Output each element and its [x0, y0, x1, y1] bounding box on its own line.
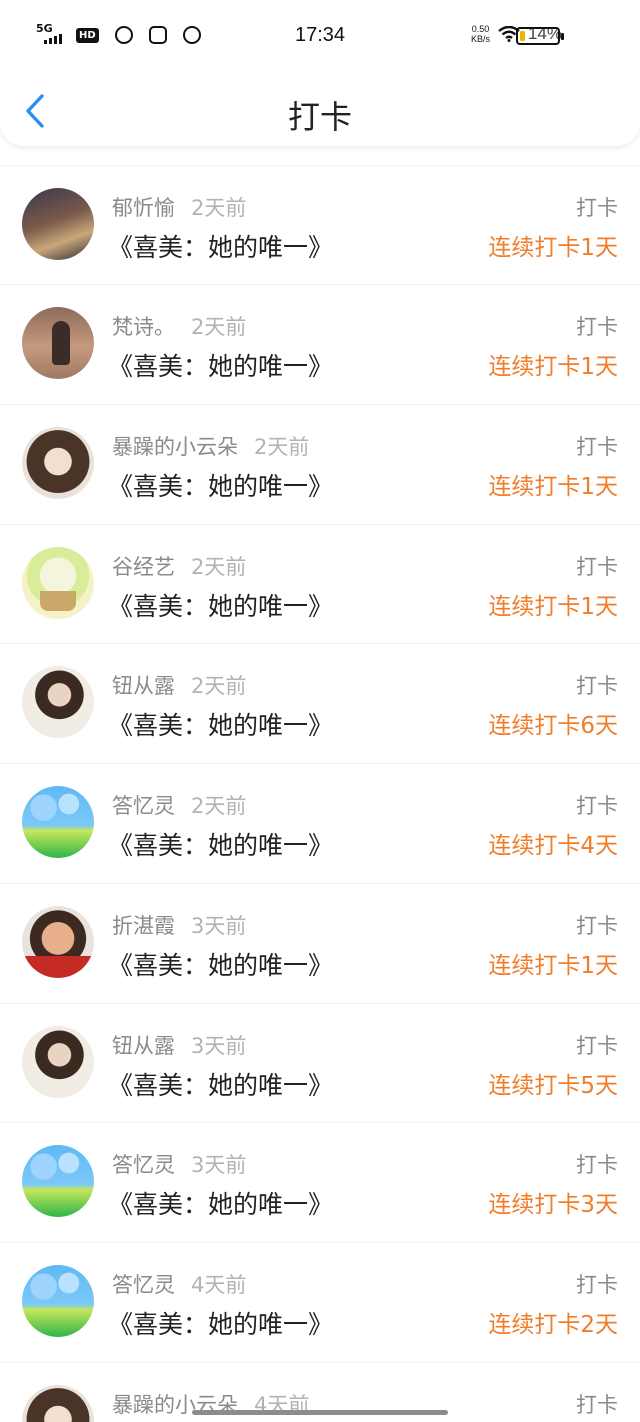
checkin-label: 打卡 — [576, 554, 618, 579]
avatar[interactable] — [22, 187, 94, 260]
username[interactable]: 答忆灵 — [112, 1273, 175, 1297]
checkin-label: 打卡 — [576, 1153, 618, 1178]
book-title[interactable]: 《喜美：她的唯一》 — [108, 587, 333, 623]
book-title[interactable]: 《喜美：她的唯一》 — [108, 946, 333, 982]
streak-count: 连续打卡3天 — [488, 1192, 618, 1219]
checkin-label: 打卡 — [576, 195, 618, 220]
username[interactable]: 答忆灵 — [112, 794, 175, 818]
network-speed-unit: KB/s — [470, 34, 490, 44]
checkin-row[interactable]: 钮从露 3天前 打卡《喜美：她的唯一》 连续打卡5天 — [0, 1004, 640, 1124]
user-line: 钮从露 2天前 — [112, 670, 246, 700]
username[interactable]: 谷经艺 — [112, 555, 175, 579]
streak-count: 连续打卡1天 — [488, 354, 618, 381]
checkin-time: 2天前 — [254, 435, 310, 460]
username[interactable]: 答忆灵 — [112, 1153, 175, 1177]
streak-count: 连续打卡1天 — [488, 952, 618, 979]
book-title[interactable]: 《喜美：她的唯一》 — [108, 706, 333, 742]
checkin-label: 打卡 — [576, 913, 618, 938]
streak-count: 连续打卡1天 — [488, 234, 618, 261]
streak-count: 连续打卡1天 — [488, 474, 618, 501]
streak-count: 连续打卡5天 — [488, 1072, 618, 1099]
book-title[interactable]: 《喜美：她的唯一》 — [108, 467, 333, 503]
checkin-row[interactable]: 折湛霞 3天前 打卡《喜美：她的唯一》 连续打卡1天 — [0, 884, 640, 1004]
checkin-time: 2天前 — [191, 195, 247, 220]
username[interactable]: 梵诗。 — [112, 315, 175, 339]
checkin-label: 打卡 — [576, 1272, 618, 1297]
avatar[interactable] — [22, 427, 94, 500]
book-title[interactable]: 《喜美：她的唯一》 — [108, 826, 333, 862]
checkin-time: 2天前 — [191, 674, 247, 699]
status-bar: 5G HD 17:34 0.50 KB/s 14% — [0, 0, 640, 72]
avatar[interactable] — [22, 1264, 94, 1337]
book-title[interactable]: 《喜美：她的唯一》 — [108, 228, 333, 264]
user-line: 暴躁的小云朵 2天前 — [112, 431, 309, 461]
checkin-time: 2天前 — [191, 315, 247, 340]
username[interactable]: 郁忻愉 — [112, 196, 175, 220]
user-line: 梵诗。 2天前 — [112, 311, 246, 341]
checkin-label: 打卡 — [576, 674, 618, 699]
checkin-row[interactable]: 答忆灵 4天前 打卡《喜美：她的唯一》 连续打卡2天 — [0, 1243, 640, 1363]
username[interactable]: 折湛霞 — [112, 914, 175, 938]
network-speed-value: 0.50 — [471, 24, 490, 34]
checkin-label: 打卡 — [576, 1033, 618, 1058]
avatar[interactable] — [22, 307, 94, 380]
avatar[interactable] — [22, 666, 94, 739]
checkin-row[interactable]: 郁忻愉 2天前 打卡《喜美：她的唯一》 连续打卡1天 — [0, 166, 640, 286]
checkin-time: 3天前 — [191, 1153, 247, 1178]
avatar[interactable] — [22, 1384, 94, 1422]
username[interactable]: 钮从露 — [112, 1034, 175, 1058]
avatar[interactable] — [22, 786, 94, 859]
checkin-row[interactable]: 谷经艺 2天前 打卡《喜美：她的唯一》 连续打卡1天 — [0, 525, 640, 645]
checkin-time: 2天前 — [191, 554, 247, 579]
user-line: 钮从露 3天前 — [112, 1030, 246, 1060]
checkin-time: 4天前 — [191, 1272, 247, 1297]
page-title: 打卡 — [287, 98, 352, 136]
network-speed: 0.50 KB/s — [471, 24, 490, 44]
checkin-time: 3天前 — [191, 913, 247, 938]
checkin-row[interactable]: 钮从露 2天前 打卡《喜美：她的唯一》 连续打卡6天 — [0, 644, 640, 765]
checkin-row[interactable]: 梵诗。 2天前 打卡《喜美：她的唯一》 连续打卡1天 — [0, 285, 640, 406]
checkin-list[interactable]: 《喜美：她的唯一》连续打卡2天郁忻愉2天前打卡《喜美：她的唯一》连续打卡1天梵诗… — [0, 68, 640, 1422]
user-line: 郁忻愉 2天前 — [112, 192, 246, 222]
avatar[interactable] — [22, 1025, 94, 1098]
streak-count: 连续打卡6天 — [488, 713, 618, 740]
book-title[interactable]: 《喜美：她的唯一》 — [108, 1305, 333, 1341]
user-line: 折湛霞 3天前 — [112, 910, 246, 940]
checkin-time: 3天前 — [191, 1033, 247, 1058]
username[interactable]: 暴躁的小云朵 — [112, 435, 238, 459]
user-line: 答忆灵 3天前 — [112, 1149, 246, 1179]
streak-count: 连续打卡4天 — [488, 833, 618, 860]
streak-count: 连续打卡2天 — [488, 1311, 618, 1338]
checkin-row[interactable]: 答忆灵 2天前 打卡《喜美：她的唯一》 连续打卡4天 — [0, 764, 640, 884]
avatar[interactable] — [22, 905, 94, 978]
checkin-label: 打卡 — [576, 1392, 618, 1417]
streak-count: 连续打卡1天 — [488, 593, 618, 620]
avatar[interactable] — [22, 546, 94, 619]
user-line: 答忆灵 2天前 — [112, 790, 246, 820]
checkin-time: 2天前 — [191, 794, 247, 819]
checkin-row[interactable]: 答忆灵 3天前 打卡《喜美：她的唯一》 连续打卡3天 — [0, 1123, 640, 1243]
avatar[interactable] — [22, 1145, 94, 1218]
checkin-label: 打卡 — [576, 794, 618, 819]
book-title[interactable]: 《喜美：她的唯一》 — [108, 1066, 333, 1102]
checkin-row[interactable]: 暴躁的小云朵 2天前 打卡《喜美：她的唯一》 连续打卡1天 — [0, 405, 640, 525]
user-line: 谷经艺 2天前 — [112, 551, 246, 581]
book-title[interactable]: 《喜美：她的唯一》 — [108, 347, 333, 383]
book-title[interactable]: 《喜美：她的唯一》 — [108, 1185, 333, 1221]
checkin-label: 打卡 — [576, 435, 618, 460]
home-indicator[interactable] — [192, 1410, 448, 1415]
user-line: 答忆灵 4天前 — [112, 1269, 246, 1299]
checkin-label: 打卡 — [576, 315, 618, 340]
username[interactable]: 钮从露 — [112, 674, 175, 698]
battery-icon — [516, 27, 564, 45]
